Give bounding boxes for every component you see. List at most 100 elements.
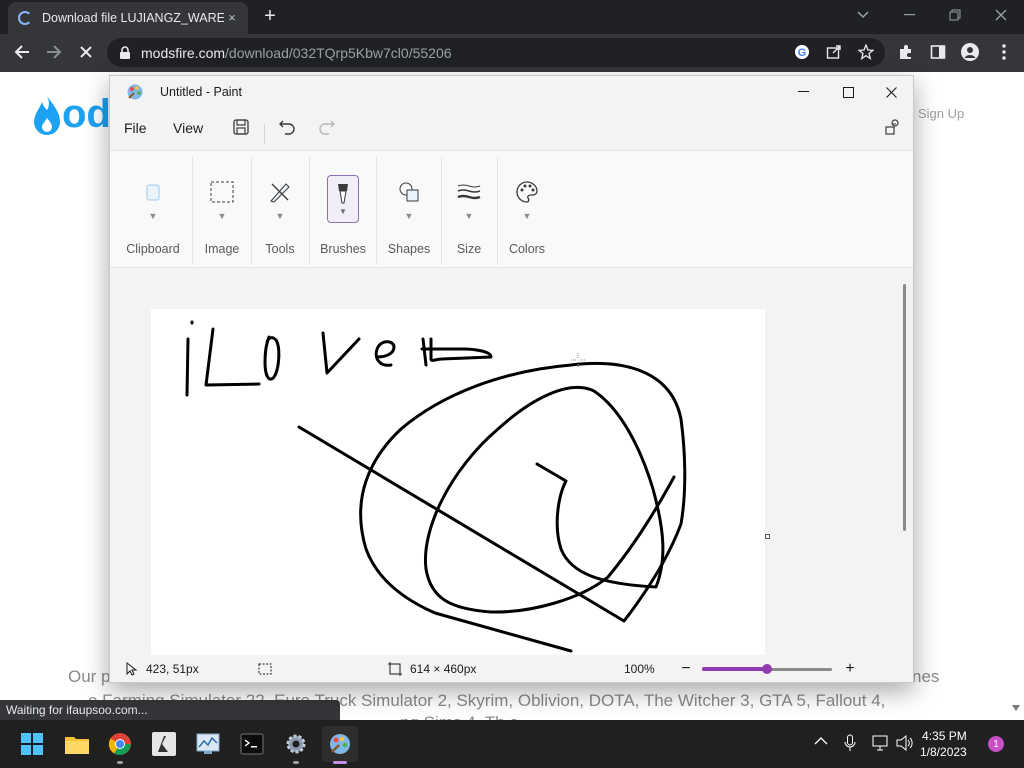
shapes-icon bbox=[392, 175, 426, 209]
paint-close-button[interactable] bbox=[870, 76, 913, 108]
side-panel-icon[interactable] bbox=[924, 38, 952, 66]
volume-icon[interactable] bbox=[896, 735, 914, 751]
canvas-workspace bbox=[110, 268, 913, 655]
select-icon bbox=[205, 175, 239, 209]
zoom-slider[interactable] bbox=[702, 662, 832, 676]
colors-group[interactable]: ▼ Colors bbox=[501, 151, 553, 269]
size-group[interactable]: ▼ Size bbox=[445, 151, 493, 269]
paint-minimize-button[interactable] bbox=[781, 76, 825, 108]
ribbon-separator bbox=[497, 157, 498, 265]
freehand-drawing bbox=[185, 320, 687, 653]
paint-menu-bar: File View bbox=[110, 110, 913, 150]
tools-group[interactable]: ▼ Tools bbox=[255, 151, 305, 269]
ribbon-separator bbox=[376, 157, 377, 265]
url-host: modsfire.com bbox=[141, 44, 226, 61]
show-hidden-icons-chevron-icon[interactable] bbox=[814, 736, 828, 746]
ribbon-label-colors: Colors bbox=[508, 242, 546, 256]
zoom-out-button[interactable]: − bbox=[674, 660, 698, 678]
stop-loading-icon[interactable] bbox=[72, 38, 100, 66]
settings-taskbar-icon[interactable] bbox=[278, 726, 314, 764]
loading-spinner-icon bbox=[18, 11, 32, 25]
share-settings-icon[interactable] bbox=[884, 118, 902, 136]
vertical-scrollbar[interactable] bbox=[903, 284, 906, 531]
network-icon[interactable] bbox=[872, 735, 890, 751]
chevron-down-icon: ▼ bbox=[522, 211, 532, 221]
paint-maximize-button[interactable] bbox=[826, 76, 870, 108]
ribbon-label-image: Image bbox=[204, 242, 240, 256]
game-taskbar-icon[interactable] bbox=[146, 726, 182, 762]
address-bar[interactable]: modsfire.com/download/032TQrp5Kbw7cl0/55… bbox=[107, 38, 885, 67]
chevron-down-icon: ▼ bbox=[464, 211, 474, 221]
ribbon-separator bbox=[192, 157, 193, 265]
canvas-size: 614 × 460px bbox=[410, 661, 477, 676]
paint-window-title: Untitled - Paint bbox=[160, 85, 242, 99]
save-icon[interactable] bbox=[232, 118, 250, 136]
undo-icon[interactable] bbox=[278, 118, 296, 136]
google-lens-icon[interactable]: G bbox=[788, 38, 816, 66]
forward-icon[interactable] bbox=[40, 38, 68, 66]
back-icon[interactable] bbox=[8, 38, 36, 66]
clock-date: 1/8/2023 bbox=[920, 745, 967, 759]
clipboard-group[interactable]: ▼ Clipboard bbox=[118, 151, 188, 269]
pointer-position-icon bbox=[126, 661, 138, 676]
paint-taskbar-icon[interactable] bbox=[322, 726, 358, 764]
brushes-group[interactable]: ▼ Brushes bbox=[313, 151, 373, 269]
terminal-taskbar-icon[interactable] bbox=[234, 726, 270, 762]
resource-monitor-taskbar-icon[interactable] bbox=[190, 726, 226, 762]
taskbar-clock[interactable]: 4:35 PM 1/8/2023 bbox=[920, 728, 967, 760]
browser-toolbar: modsfire.com/download/032TQrp5Kbw7cl0/55… bbox=[0, 34, 1024, 72]
windows-logo-icon bbox=[21, 733, 43, 755]
paint-ribbon: ▼ Clipboard ▼ Image ▼ Tools ▼ Brushes ▼ … bbox=[110, 150, 913, 268]
selection-size-icon bbox=[258, 663, 272, 674]
ribbon-separator bbox=[251, 157, 252, 265]
zoom-in-button[interactable]: + bbox=[838, 660, 862, 678]
tab-close-button[interactable]: × bbox=[224, 11, 240, 25]
browser-menu-icon[interactable] bbox=[990, 38, 1018, 66]
ribbon-label-size: Size bbox=[456, 242, 482, 256]
tab-search-icon[interactable] bbox=[840, 0, 886, 30]
drawing-canvas[interactable] bbox=[151, 309, 765, 655]
browser-close-button[interactable] bbox=[978, 0, 1024, 30]
sign-up-link[interactable]: Sign Up bbox=[918, 106, 964, 121]
file-explorer-taskbar-icon[interactable] bbox=[59, 726, 95, 762]
brush-icon: ▼ bbox=[327, 175, 359, 223]
zoom-slider-thumb[interactable] bbox=[762, 663, 772, 674]
view-menu[interactable]: View bbox=[173, 120, 203, 136]
cursor-position: 423, 51px bbox=[146, 661, 199, 676]
new-tab-button[interactable]: + bbox=[258, 4, 282, 28]
flame-logo-icon bbox=[34, 95, 60, 135]
share-icon[interactable] bbox=[820, 38, 848, 66]
url-path: /download/032TQrp5Kbw7cl0/55206 bbox=[225, 44, 452, 61]
browser-restore-button[interactable] bbox=[932, 0, 978, 30]
page-scroll-down-icon[interactable] bbox=[1011, 704, 1021, 714]
browser-status-bubble: Waiting for ifaupsoo.com... bbox=[0, 700, 340, 720]
browser-minimize-button[interactable] bbox=[886, 0, 932, 30]
extensions-icon[interactable] bbox=[892, 38, 920, 66]
page-paragraph-line1-right: nes bbox=[912, 667, 940, 686]
clock-time: 4:35 PM bbox=[922, 729, 967, 743]
chrome-taskbar-icon[interactable] bbox=[102, 726, 138, 764]
lock-icon bbox=[120, 45, 130, 59]
ribbon-label-clipboard: Clipboard bbox=[126, 242, 180, 256]
ribbon-separator bbox=[309, 157, 310, 265]
paint-window: Untitled - Paint File View ▼ Clipboard ▼… bbox=[109, 75, 914, 683]
chevron-down-icon: ▼ bbox=[275, 211, 285, 221]
ribbon-label-tools: Tools bbox=[265, 242, 295, 256]
bookmark-star-icon[interactable] bbox=[852, 38, 880, 66]
paint-title-bar[interactable]: Untitled - Paint bbox=[110, 76, 913, 108]
file-menu[interactable]: File bbox=[124, 120, 147, 136]
redo-icon[interactable] bbox=[318, 118, 336, 136]
chevron-down-icon: ▼ bbox=[217, 211, 227, 221]
profile-avatar-icon[interactable] bbox=[956, 38, 984, 66]
shapes-group[interactable]: ▼ Shapes bbox=[380, 151, 438, 269]
start-button[interactable] bbox=[14, 726, 50, 762]
zoom-percentage[interactable]: 100% bbox=[624, 662, 674, 676]
image-group[interactable]: ▼ Image bbox=[196, 151, 248, 269]
microphone-icon[interactable] bbox=[844, 734, 856, 752]
canvas-size-icon bbox=[388, 661, 402, 676]
notification-badge[interactable]: 1 bbox=[988, 736, 1004, 752]
browser-tab[interactable]: Download file LUJIANGZ_WARE.c × bbox=[8, 2, 248, 34]
canvas-resize-handle[interactable] bbox=[765, 534, 770, 539]
page-paragraph-line1-left: Our p bbox=[68, 667, 111, 686]
palette-icon bbox=[510, 175, 544, 209]
